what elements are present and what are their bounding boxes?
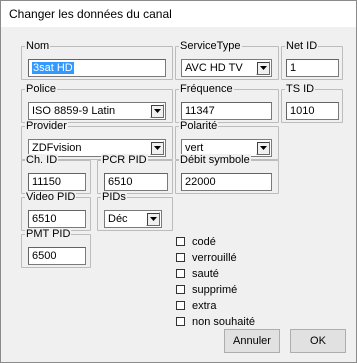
chevron-down-icon[interactable] (146, 212, 160, 226)
checkbox-label: codé (192, 236, 216, 248)
checkbox-label: non souhaité (192, 316, 255, 328)
pmt-pid-group: PMT PID 6500 (21, 228, 91, 268)
service-type-group: ServiceType AVC HD TV (175, 40, 279, 80)
cancel-button[interactable]: Annuler (224, 329, 280, 353)
police-group: Police ISO 8859-9 Latin (21, 83, 173, 123)
checkbox-label: supprimé (192, 284, 238, 296)
checkbox-label: verrouillé (192, 252, 237, 264)
pids-select[interactable]: Déc (104, 210, 162, 228)
ts-id-group: TS ID 1010 (281, 83, 343, 123)
pids-value: Déc (108, 213, 128, 225)
nom-value: 3sat HD (32, 62, 74, 74)
ch-id-group: Ch. ID 11150 (21, 154, 91, 194)
window-title: Changer les données du canal (9, 7, 172, 21)
service-type-label: ServiceType (179, 40, 242, 52)
ch-id-label: Ch. ID (25, 154, 59, 166)
net-id-input[interactable]: 1 (286, 59, 339, 77)
checkbox-box[interactable] (176, 285, 185, 294)
chevron-down-icon[interactable] (256, 61, 270, 75)
polarite-label: Polarité (179, 120, 219, 132)
channel-edit-dialog: Changer les données du canal Nom 3sat HD… (0, 0, 357, 363)
ts-id-label: TS ID (285, 83, 316, 95)
ts-id-input[interactable]: 1010 (286, 102, 339, 120)
ok-button[interactable]: OK (290, 329, 346, 353)
chevron-down-icon[interactable] (150, 104, 164, 118)
pcr-pid-label: PCR PID (101, 154, 148, 166)
pcr-pid-group: PCR PID 6510 (97, 154, 173, 194)
debit-symbole-group: Débit symbole 22000 (175, 154, 279, 194)
ch-id-input[interactable]: 11150 (28, 173, 86, 191)
chevron-down-icon[interactable] (150, 141, 164, 155)
checkbox-box[interactable] (176, 253, 185, 262)
frequence-label: Fréquence (179, 83, 234, 95)
service-type-select[interactable]: AVC HD TV (181, 59, 272, 77)
pcr-pid-input[interactable]: 6510 (104, 173, 168, 191)
pids-group: PIDs Déc (97, 191, 173, 231)
dialog-client-area: Nom 3sat HD ServiceType AVC HD TV Net ID… (4, 27, 353, 359)
video-pid-label: Video PID (25, 191, 77, 203)
police-label: Police (25, 83, 57, 95)
checkbox-box[interactable] (176, 317, 185, 326)
checkbox-box[interactable] (176, 269, 185, 278)
police-select[interactable]: ISO 8859-9 Latin (28, 102, 166, 120)
net-id-group: Net ID 1 (281, 40, 343, 80)
title-bar: Changer les données du canal (1, 1, 356, 27)
checkbox-label: sauté (192, 268, 219, 280)
nom-label: Nom (25, 40, 51, 52)
video-pid-input[interactable]: 6510 (28, 210, 86, 228)
checkbox-box[interactable] (176, 301, 185, 310)
debit-symbole-label: Débit symbole (179, 154, 251, 166)
frequence-input[interactable]: 11347 (181, 102, 272, 120)
service-type-value: AVC HD TV (185, 62, 243, 74)
checkbox-box[interactable] (176, 237, 185, 246)
pmt-pid-input[interactable]: 6500 (28, 247, 86, 265)
frequence-group: Fréquence 11347 (175, 83, 279, 123)
nom-input[interactable]: 3sat HD (28, 59, 166, 77)
debit-symbole-input[interactable]: 22000 (181, 173, 272, 191)
provider-label: Provider (25, 120, 68, 132)
net-id-label: Net ID (285, 40, 319, 52)
pmt-pid-label: PMT PID (25, 228, 72, 240)
chevron-down-icon[interactable] (256, 141, 270, 155)
police-value: ISO 8859-9 Latin (32, 105, 116, 117)
video-pid-group: Video PID 6510 (21, 191, 91, 231)
nom-group: Nom 3sat HD (21, 40, 173, 80)
pids-label: PIDs (101, 191, 127, 203)
checkbox-label: extra (192, 300, 217, 312)
